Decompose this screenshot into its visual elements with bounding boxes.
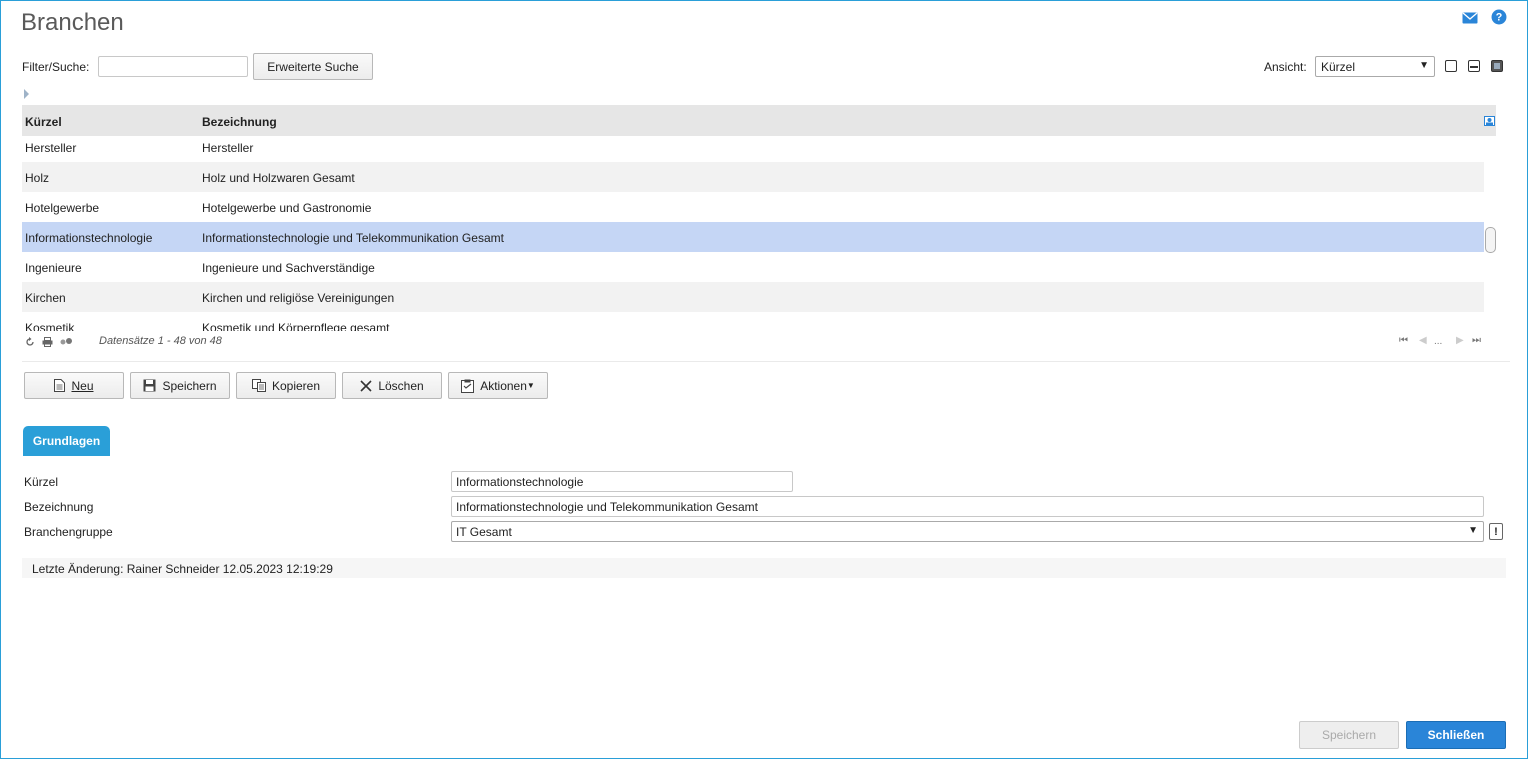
refresh-icon[interactable]	[25, 337, 35, 347]
filter-bar: Filter/Suche: Erweiterte Suche Ansicht: …	[22, 53, 1508, 80]
print-icon[interactable]	[42, 337, 53, 347]
bezeichnung-label: Bezeichnung	[24, 500, 94, 514]
footer-save-button[interactable]: Speichern	[1299, 721, 1399, 749]
table-body: Hersteller Hersteller Holz Holz und Holz…	[22, 132, 1484, 331]
branches-table: Hersteller Hersteller Holz Holz und Holz…	[22, 105, 1496, 331]
first-page-icon[interactable]: ⏮	[1399, 335, 1408, 346]
close-button[interactable]: Schließen	[1406, 721, 1506, 749]
view-select[interactable]: Kürzel ▼	[1315, 56, 1435, 77]
tab-grundlagen[interactable]: Grundlagen	[23, 426, 110, 456]
kuerzel-field[interactable]: Informationstechnologie	[451, 471, 793, 492]
table-scrollbar[interactable]	[1485, 227, 1496, 253]
last-page-icon[interactable]: ⏭	[1472, 335, 1481, 346]
extended-search-button[interactable]: Erweiterte Suche	[253, 53, 373, 80]
table-header: Kürzel Bezeichnung	[22, 105, 1496, 136]
page-title: Branchen	[21, 9, 124, 36]
view-label: Ansicht:	[1264, 60, 1307, 74]
chevron-down-icon: ▼	[1468, 525, 1478, 536]
help-icon[interactable]: ?	[1491, 9, 1507, 25]
previous-page-icon[interactable]: ◀	[1419, 335, 1427, 346]
filter-label: Filter/Suche:	[22, 60, 90, 74]
table-row[interactable]: Holz Holz und Holzwaren Gesamt	[22, 162, 1484, 192]
save-button[interactable]: Speichern	[130, 372, 230, 399]
expand-arrow-icon[interactable]	[24, 89, 29, 99]
delete-button[interactable]: Löschen	[342, 372, 442, 399]
table-row[interactable]: Kosmetik Kosmetik und Körperpflege gesam…	[22, 312, 1484, 331]
kuerzel-label: Kürzel	[24, 475, 59, 489]
next-page-icon[interactable]: ▶	[1456, 335, 1464, 346]
table-row[interactable]: Ingenieure Ingenieure und Sachverständig…	[22, 252, 1484, 282]
status-bar: Letzte Änderung: Rainer Schneider 12.05.…	[22, 558, 1506, 578]
actions-button[interactable]: Aktionen ▼	[448, 372, 548, 399]
dropdown-arrow-icon: ▼	[526, 381, 535, 390]
mail-icon[interactable]	[1462, 10, 1478, 26]
save-icon	[143, 379, 156, 392]
column-header-bezeichnung[interactable]: Bezeichnung	[202, 115, 277, 129]
view-full-icon[interactable]	[1491, 60, 1503, 72]
table-row[interactable]: Kirchen Kirchen und religiöse Vereinigun…	[22, 282, 1484, 312]
table-pager: Datensätze 1 - 48 von 48 ⏮ ◀ ... ▶ ⏭	[22, 333, 1496, 353]
new-button[interactable]: Neu	[24, 372, 124, 399]
alert-icon[interactable]: !	[1489, 523, 1503, 540]
table-row[interactable]: Hersteller Hersteller	[22, 132, 1484, 162]
clipboard-icon	[461, 379, 475, 393]
new-document-icon	[54, 379, 66, 392]
close-icon	[360, 379, 372, 392]
record-count: Datensätze 1 - 48 von 48	[99, 335, 222, 347]
last-change-text: Letzte Änderung: Rainer Schneider 12.05.…	[32, 562, 333, 576]
copy-button[interactable]: Kopieren	[236, 372, 336, 399]
svg-text:?: ?	[1496, 12, 1503, 24]
branchengruppe-select[interactable]: IT Gesamt ▼	[451, 521, 1484, 542]
page-ellipsis[interactable]: ...	[1434, 336, 1442, 347]
divider	[22, 361, 1510, 362]
column-header-kuerzel[interactable]: Kürzel	[25, 115, 62, 129]
table-row-selected[interactable]: Informationstechnologie Informationstech…	[22, 222, 1484, 252]
table-row[interactable]: Hotelgewerbe Hotelgewerbe und Gastronomi…	[22, 192, 1484, 222]
export-icon[interactable]	[59, 337, 73, 347]
chevron-down-icon: ▼	[1419, 60, 1429, 71]
view-single-icon[interactable]	[1445, 60, 1457, 72]
copy-icon	[251, 379, 266, 392]
column-chooser-icon[interactable]	[1484, 116, 1495, 126]
branchengruppe-label: Branchengruppe	[24, 525, 113, 539]
bezeichnung-field[interactable]: Informationstechnologie und Telekommunik…	[451, 496, 1484, 517]
view-split-icon[interactable]	[1468, 60, 1480, 72]
filter-search-input[interactable]	[98, 56, 248, 77]
